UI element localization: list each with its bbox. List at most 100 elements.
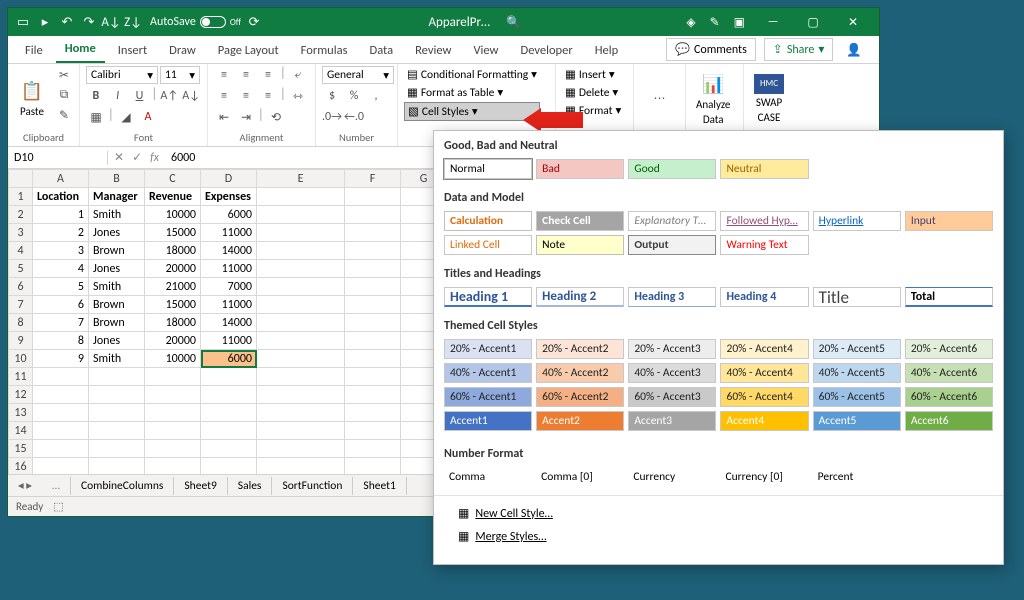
cell-C6[interactable]: 21000 [145,278,201,296]
row-header-2[interactable]: 2 [9,206,33,224]
delete-cells-button[interactable]: ▦Delete▾ [562,84,624,101]
tab-page-layout[interactable]: Page Layout [209,38,288,63]
cell-F12[interactable] [345,386,401,404]
cell-B8[interactable]: Brown [89,314,145,332]
style-swatch[interactable]: Heading 4 [720,287,808,307]
name-box[interactable]: D10 [8,151,108,165]
style-swatch[interactable]: 60% - Accent2 [536,387,624,407]
row-header-8[interactable]: 8 [9,314,33,332]
sheet-tab-Sheet1[interactable]: Sheet1 [353,477,406,495]
cell-E11[interactable] [257,368,345,386]
row-header-16[interactable]: 16 [9,458,33,475]
cell-A4[interactable]: 3 [33,242,89,260]
cell-E7[interactable] [257,296,345,314]
comments-button[interactable]: 💬Comments [666,38,756,61]
cell-B6[interactable]: Smith [89,278,145,296]
percent-icon[interactable]: % [344,87,364,105]
align-center-icon[interactable]: ≡ [236,87,256,105]
enter-formula-icon[interactable]: ✓ [132,150,142,165]
cell-A6[interactable]: 5 [33,278,89,296]
cell-F2[interactable] [345,206,401,224]
tab-draw[interactable]: Draw [160,38,205,63]
cell-D4[interactable]: 14000 [201,242,257,260]
cell-A2[interactable]: 1 [33,206,89,224]
style-swatch[interactable]: 40% - Accent4 [720,363,808,383]
cell-D7[interactable]: 11000 [201,296,257,314]
tab-view[interactable]: View [464,38,507,63]
cell-B3[interactable]: Jones [89,224,145,242]
new-file-icon[interactable]: ▭ [14,13,32,31]
merge-center-icon[interactable]: ⇿ [288,87,308,105]
cell-C9[interactable]: 20000 [145,332,201,350]
cell-C4[interactable]: 18000 [145,242,201,260]
cell-E16[interactable] [257,458,345,475]
style-swatch[interactable]: 40% - Accent2 [536,363,624,383]
align-right-icon[interactable]: ≡ [258,87,278,105]
record-macro-icon[interactable]: ⬚ [53,500,63,513]
cell-C3[interactable]: 15000 [145,224,201,242]
cell-E5[interactable] [257,260,345,278]
align-middle-icon[interactable]: ≡ [236,66,256,84]
style-swatch[interactable]: Accent4 [720,411,808,431]
cell-B15[interactable] [89,440,145,458]
cell-C16[interactable] [145,458,201,475]
italic-icon[interactable]: I [108,87,128,105]
swap-case-button[interactable]: HMC SWAP CASE [750,66,788,131]
tab-file[interactable]: File [16,38,52,63]
analyze-data-button[interactable]: 📊 Analyze Data [692,66,734,131]
style-swatch[interactable]: Bad [536,159,624,179]
cell-styles-button[interactable]: ▧Cell Styles▾ [404,102,540,121]
style-swatch[interactable]: 20% - Accent4 [720,339,808,359]
sheet-more-left[interactable]: … [42,477,71,495]
open-file-icon[interactable]: ▸ [36,13,54,31]
close-button[interactable]: ✕ [833,8,873,36]
comma-icon[interactable]: , [366,87,386,105]
cell-E8[interactable] [257,314,345,332]
file-name[interactable]: ApparelPr… [429,15,490,30]
cell-A14[interactable] [33,422,89,440]
sheet-tab-Sales[interactable]: Sales [228,477,273,495]
cell-F15[interactable] [345,440,401,458]
cell-F6[interactable] [345,278,401,296]
style-swatch[interactable]: 60% - Accent4 [720,387,808,407]
row-header-9[interactable]: 9 [9,332,33,350]
row-header-3[interactable]: 3 [9,224,33,242]
cell-D2[interactable]: 6000 [201,206,257,224]
cell-A12[interactable] [33,386,89,404]
underline-icon[interactable]: U [130,87,150,105]
cell-A13[interactable] [33,404,89,422]
col-header-B[interactable]: B [89,170,145,188]
conditional-formatting-button[interactable]: ▤Conditional Formatting▾ [404,66,540,83]
tab-review[interactable]: Review [406,38,460,63]
col-header-D[interactable]: D [201,170,257,188]
share-button[interactable]: ⇪Share ▾ [764,38,834,61]
col-header-C[interactable]: C [145,170,201,188]
tab-insert[interactable]: Insert [109,38,156,63]
cell-D8[interactable]: 14000 [201,314,257,332]
cell-C14[interactable] [145,422,201,440]
style-swatch[interactable]: 20% - Accent6 [905,339,993,359]
style-swatch[interactable]: Input [905,211,993,231]
font-size-select[interactable]: 11▾ [160,66,200,84]
style-swatch[interactable]: 40% - Accent3 [628,363,716,383]
minimize-button[interactable]: — [753,8,793,36]
formula-input[interactable]: 6000 [165,151,201,165]
cell-D5[interactable]: 11000 [201,260,257,278]
tab-developer[interactable]: Developer [512,38,582,63]
style-swatch[interactable]: Hyperlink [813,211,901,231]
style-swatch[interactable]: Heading 2 [536,287,624,307]
style-swatch[interactable]: Heading 3 [628,287,716,307]
cell-E6[interactable] [257,278,345,296]
style-swatch[interactable]: Note [536,235,624,255]
cell-B9[interactable]: Jones [89,332,145,350]
cell-C15[interactable] [145,440,201,458]
cell-D9[interactable]: 11000 [201,332,257,350]
row-header-1[interactable]: 1 [9,188,33,206]
col-header-F[interactable]: F [345,170,401,188]
cell-A1[interactable]: Location [33,188,89,206]
style-swatch[interactable]: 40% - Accent5 [813,363,901,383]
cell-D3[interactable]: 11000 [201,224,257,242]
maximize-button[interactable]: ▢ [793,8,833,36]
ribbon-display-icon[interactable]: ▣ [734,15,745,30]
style-swatch[interactable]: Output [628,235,716,255]
